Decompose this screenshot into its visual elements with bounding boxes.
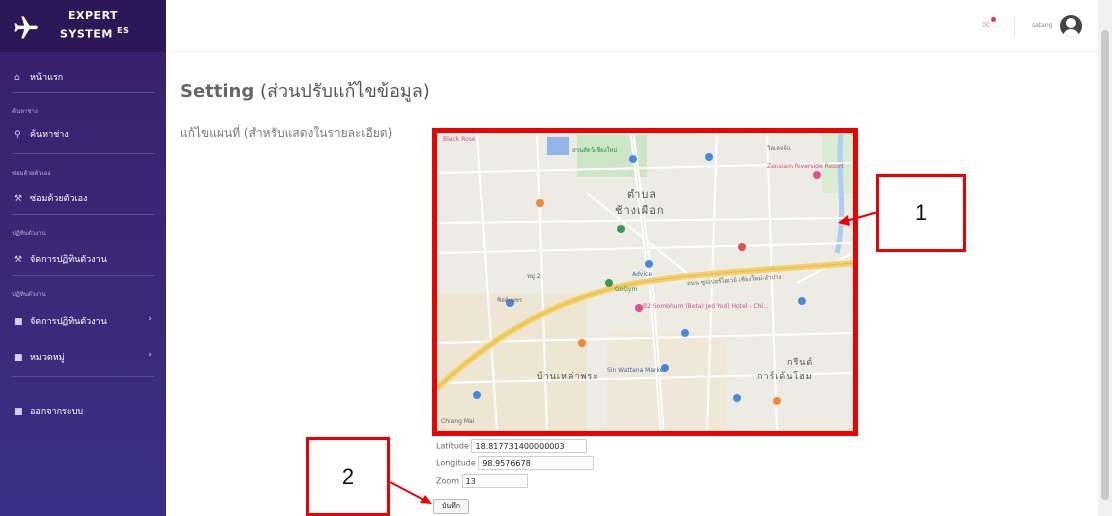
map-label: Zensiam Riverside Resort [767, 163, 844, 170]
zoom-label: Zoom [436, 476, 460, 486]
sidebar-item-label: จัดการปฏิทินตัวงาน [30, 317, 107, 327]
latitude-row: Latitude [436, 439, 588, 453]
airplane-icon [14, 16, 38, 39]
map-view[interactable]: Black Rose สวนสัตว์เชียงใหม่ วิลเลจจ์แ Z… [432, 128, 858, 436]
map-subdistrict: การ์เด้นโฮม [757, 372, 813, 382]
map-label: วิลเลจจ์แ [767, 145, 791, 152]
divider [12, 214, 154, 215]
topbar [166, 0, 1098, 52]
map-label: GoGym [615, 286, 638, 293]
divider [12, 376, 154, 377]
sidebar-item-manage-calendar[interactable]: ⚒ จัดการปฏิทินตัวงาน [0, 252, 166, 266]
latitude-label: Latitude [436, 441, 469, 451]
section-title: ปฏิทินตัวงาน [12, 230, 46, 237]
longitude-label: Longitude [436, 458, 476, 468]
divider [1014, 18, 1015, 36]
search-icon: ⚲ [14, 130, 21, 140]
sidebar-item-search-technician[interactable]: ⚲ ค้นหาช่าง [0, 127, 166, 141]
sidebar-item-label: จัดการปฏิทินตัวงาน [30, 255, 107, 265]
map-label: Sin Wattana Market [607, 367, 666, 374]
callout-2-arrow [389, 481, 432, 504]
longitude-row: Longitude [436, 456, 595, 470]
sidebar-item-label: ออกจากระบบ [30, 407, 84, 417]
zoom-row: Zoom [436, 474, 528, 488]
folder-icon: ■ [14, 317, 23, 327]
map-label: Chiang Mai [441, 418, 475, 425]
divider [12, 275, 154, 276]
notification-badge [991, 17, 996, 22]
map-label: B2 Sombhum (Beta) Jed Yod) Hotel - Chi..… [643, 303, 769, 310]
sidebar-item-manage-calendar-group[interactable]: ■ จัดการปฏิทินตัวงาน › [0, 314, 166, 328]
username[interactable]: satang [1032, 22, 1052, 29]
save-button[interactable]: บันทึก [433, 499, 469, 514]
map-label: Advice [632, 271, 653, 278]
section-title: ปฏิทินตัวงาน [12, 291, 46, 298]
section-title: ซ่อมด้วยตัวเอง [12, 170, 51, 177]
sidebar-item-label: ซ่อมด้วยตัวเอง [30, 194, 88, 204]
folder-icon: ■ [14, 353, 23, 363]
map-area: บ้านเหล่าพระ [537, 372, 600, 382]
callout-2: 2 [306, 437, 390, 516]
map-subdistrict: กรีนด์ [787, 358, 814, 368]
scrollbar[interactable] [1098, 0, 1112, 516]
map-label: หมู่ 2 [527, 273, 541, 280]
sidebar-item-home[interactable]: ⌂ หน้าแรก [0, 70, 166, 84]
callout-1-arrow [838, 211, 879, 226]
sidebar-item-self-repair[interactable]: ⚒ ซ่อมด้วยตัวเอง [0, 191, 166, 205]
sidebar-item-label: ค้นหาช่าง [30, 130, 69, 140]
sidebar-item-logout[interactable]: ■ ออกจากระบบ [0, 404, 166, 418]
brand-line2: SYSTEM ES [60, 26, 130, 41]
divider [12, 153, 154, 154]
folder-icon: ■ [14, 407, 23, 417]
map-label: สวนสัตว์เชียงใหม่ [572, 147, 618, 154]
map-district: ช้างเผือก [615, 204, 665, 217]
section-title: ค้นหาช่าง [12, 108, 38, 115]
scrollbar-thumb[interactable] [1101, 30, 1109, 500]
map-label: ซิลค์เพชร [497, 297, 523, 304]
page-title: Setting (ส่วนปรับแก้ไขข้อมูล) [180, 81, 430, 102]
zoom-field[interactable] [461, 474, 528, 488]
chevron-right-icon: › [148, 350, 152, 360]
divider [12, 92, 154, 93]
user-avatar-icon[interactable] [1060, 15, 1082, 37]
bell-icon: ✉ [982, 20, 991, 31]
brand[interactable]: EXPERT SYSTEM ES [0, 0, 166, 52]
home-icon: ⌂ [14, 73, 20, 83]
map-heading: แก้ไขแผนที่ (สำหรับแสดงในรายละเอียด) [180, 126, 393, 140]
sidebar-item-label: หน้าแรก [30, 73, 64, 83]
notification-button[interactable]: ✉ [982, 17, 996, 31]
callout-1: 1 [876, 174, 966, 252]
longitude-field[interactable] [478, 456, 595, 470]
latitude-field[interactable] [471, 439, 588, 453]
wrench-icon: ⚒ [14, 255, 23, 265]
map-roads [437, 133, 853, 431]
sidebar-item-label: หมวดหมู่ [30, 353, 65, 363]
chevron-right-icon: › [148, 314, 152, 324]
wrench-icon: ⚒ [14, 194, 23, 204]
brand-line1: EXPERT [68, 9, 119, 22]
map-label: Black Rose [443, 136, 476, 143]
sidebar-item-category[interactable]: ■ หมวดหมู่ › [0, 350, 166, 364]
sidebar: EXPERT SYSTEM ES ⌂ หน้าแรก ค้นหาช่าง ⚲ ค้น… [0, 0, 166, 516]
